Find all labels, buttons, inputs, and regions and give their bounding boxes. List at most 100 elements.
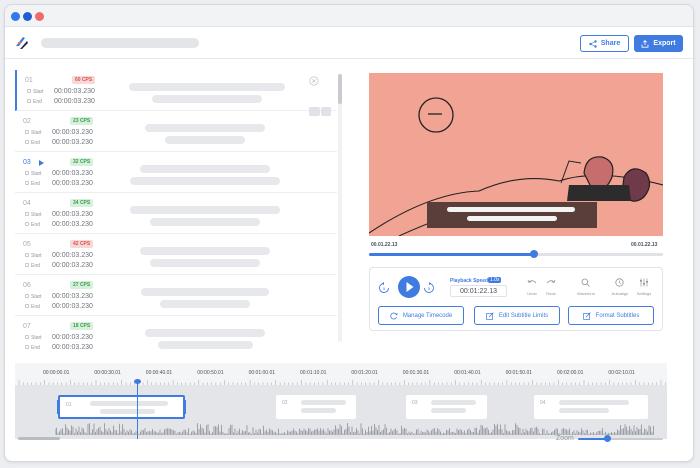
start-timecode[interactable]: 00:00:03.230: [52, 170, 93, 177]
subtitle-text-line[interactable]: [129, 83, 285, 91]
start-timecode[interactable]: 00:00:03.230: [52, 293, 93, 300]
play-button[interactable]: [398, 276, 420, 298]
settings-sliders-icon[interactable]: [639, 278, 649, 287]
start-timecode[interactable]: 00:00:03.230: [52, 211, 93, 218]
subtitle-row-02[interactable]: 02 23 CPS Start 00:00:03.230 End 00:00:03.230: [15, 111, 337, 152]
cps-badge: 32 CPS: [70, 158, 94, 166]
subtitle-text-line[interactable]: [150, 259, 260, 267]
subtitle-text-line[interactable]: [145, 329, 265, 337]
cps-badge: 42 CPS: [70, 240, 94, 248]
end-time-icon: [25, 140, 29, 144]
end-timecode[interactable]: 00:00:03.230: [52, 221, 93, 228]
manage-timecode-button[interactable]: Manage Timecode: [378, 306, 464, 325]
end-timecode[interactable]: 00:00:03.230: [52, 303, 93, 310]
redo-icon[interactable]: [546, 279, 556, 287]
timeline-clip-02[interactable]: 02: [276, 395, 356, 419]
start-time-icon: [25, 294, 29, 298]
close-icon[interactable]: [309, 76, 319, 86]
edit-subtitle-limits-button[interactable]: Edit Subtitle Limits: [474, 306, 560, 325]
playback-progress-handle[interactable]: [529, 250, 538, 258]
end-timecode[interactable]: 00:00:03.230: [52, 139, 93, 146]
subtitle-text-line[interactable]: [145, 124, 265, 132]
timeline-clip-03[interactable]: 03: [406, 395, 487, 419]
waveform-search-icon[interactable]: [581, 278, 590, 287]
ruler-tick-label: 00:00:40.01: [145, 370, 173, 376]
app-logo-icon: [16, 37, 28, 49]
end-time-icon: [25, 181, 29, 185]
share-button[interactable]: Share: [580, 35, 629, 52]
cps-badge: 23 CPS: [70, 117, 94, 125]
playing-indicator-icon: [39, 160, 44, 166]
manage-timecode-label: Manage Timecode: [402, 312, 453, 319]
subtitle-row-07[interactable]: 07 18 CPS Start 00:00:03.230 End 00:00:03.230: [15, 316, 337, 352]
timeline-clip-01[interactable]: 01: [57, 395, 186, 419]
share-icon: [589, 39, 597, 48]
format-subtitles-label: Format Subtitles: [595, 312, 640, 319]
subtitle-row-05[interactable]: 05 42 CPS Start 00:00:03.230 End 00:00:03.230: [15, 234, 337, 275]
zoom-label: Zoom: [556, 435, 574, 442]
window-dot-blue[interactable]: [11, 12, 20, 21]
end-timecode[interactable]: 00:00:03.230: [54, 98, 95, 105]
clip-trim-handle-left[interactable]: [57, 400, 60, 414]
subtitle-text-line[interactable]: [130, 177, 280, 185]
end-label: End: [31, 304, 40, 310]
end-timecode[interactable]: 00:00:03.230: [52, 180, 93, 187]
timeline[interactable]: 00:00:00.01 00:00:30.01 00:00:40.01 00:00:5…: [15, 363, 667, 439]
clip-text-line: [559, 400, 629, 405]
subtitle-list-scroll-thumb[interactable]: [338, 74, 342, 104]
start-timecode[interactable]: 00:00:03.230: [52, 334, 93, 341]
timeline-clip-04[interactable]: 04: [534, 395, 648, 419]
start-timecode[interactable]: 00:00:03.230: [54, 88, 95, 95]
subtitle-row-01[interactable]: 01 60 CPS Start 00:00:03.230 End 00:00:03.230: [15, 70, 337, 111]
clip-text-line: [301, 408, 336, 413]
subtitle-number: 03: [23, 159, 31, 166]
clip-number: 02: [282, 400, 288, 406]
subtitle-text-line[interactable]: [150, 218, 260, 226]
clip-trim-handle-right[interactable]: [183, 400, 186, 414]
playhead-handle[interactable]: [134, 379, 141, 384]
app-header: Share Export: [5, 27, 693, 59]
video-preview[interactable]: [369, 73, 663, 236]
split-icon[interactable]: [320, 107, 331, 116]
subtitle-text-line[interactable]: [141, 288, 269, 296]
subtitle-text-line[interactable]: [157, 341, 253, 349]
end-timecode[interactable]: 00:00:03.230: [52, 344, 93, 351]
undo-icon[interactable]: [527, 279, 537, 287]
end-timecode[interactable]: 00:00:03.230: [52, 262, 93, 269]
clip-number: 03: [412, 400, 418, 406]
export-button[interactable]: Export: [634, 35, 683, 52]
format-subtitles-button[interactable]: Format Subtitles: [568, 306, 654, 325]
merge-icon[interactable]: [309, 107, 320, 116]
subtitle-text-line[interactable]: [165, 136, 245, 144]
row-tools: [309, 107, 331, 116]
rewind-5-icon[interactable]: 5: [378, 282, 390, 294]
subtitle-row-06[interactable]: 06 27 CPS Start 00:00:03.230 End 00:00:03.230: [15, 275, 337, 316]
subtitle-list-scrollbar[interactable]: [338, 74, 342, 342]
ruler-tick-label: 00:01:20.01: [351, 370, 378, 376]
export-button-label: Export: [653, 40, 676, 47]
subtitle-row-04[interactable]: 04 34 CPS Start 00:00:03.230 End 00:00:03.230: [15, 193, 337, 234]
subtitle-text-line[interactable]: [130, 206, 280, 214]
refresh-icon: [390, 312, 398, 319]
subtitle-text-line[interactable]: [160, 300, 250, 308]
subtitle-text-line[interactable]: [152, 95, 262, 103]
playhead-line[interactable]: [137, 381, 138, 439]
ruler-tick-label: 00:01:30.01: [402, 370, 430, 376]
subtitle-text-line[interactable]: [140, 247, 270, 255]
svg-text:5: 5: [428, 286, 431, 291]
start-timecode[interactable]: 00:00:03.230: [52, 252, 93, 259]
window-dot-red[interactable]: [35, 12, 44, 21]
share-button-label: Share: [600, 40, 621, 47]
current-timecode-field[interactable]: 00:01:22.13: [450, 285, 507, 297]
timeline-horizontal-scrollbar[interactable]: [18, 437, 60, 440]
autoalign-clock-icon[interactable]: [615, 278, 624, 287]
end-time-icon: [25, 345, 29, 349]
forward-5-icon[interactable]: 5: [423, 282, 435, 294]
window-dot-darkblue[interactable]: [23, 12, 32, 21]
start-timecode[interactable]: 00:00:03.230: [52, 129, 93, 136]
subtitle-text-line[interactable]: [140, 165, 270, 173]
start-label: Start: [31, 253, 42, 259]
playback-speed-select[interactable]: 1.0x: [488, 277, 502, 283]
ruler-ticks: [18, 380, 666, 385]
subtitle-row-03[interactable]: 03 32 CPS Start 00:00:03.230 End 00:00:03.230: [15, 152, 337, 193]
